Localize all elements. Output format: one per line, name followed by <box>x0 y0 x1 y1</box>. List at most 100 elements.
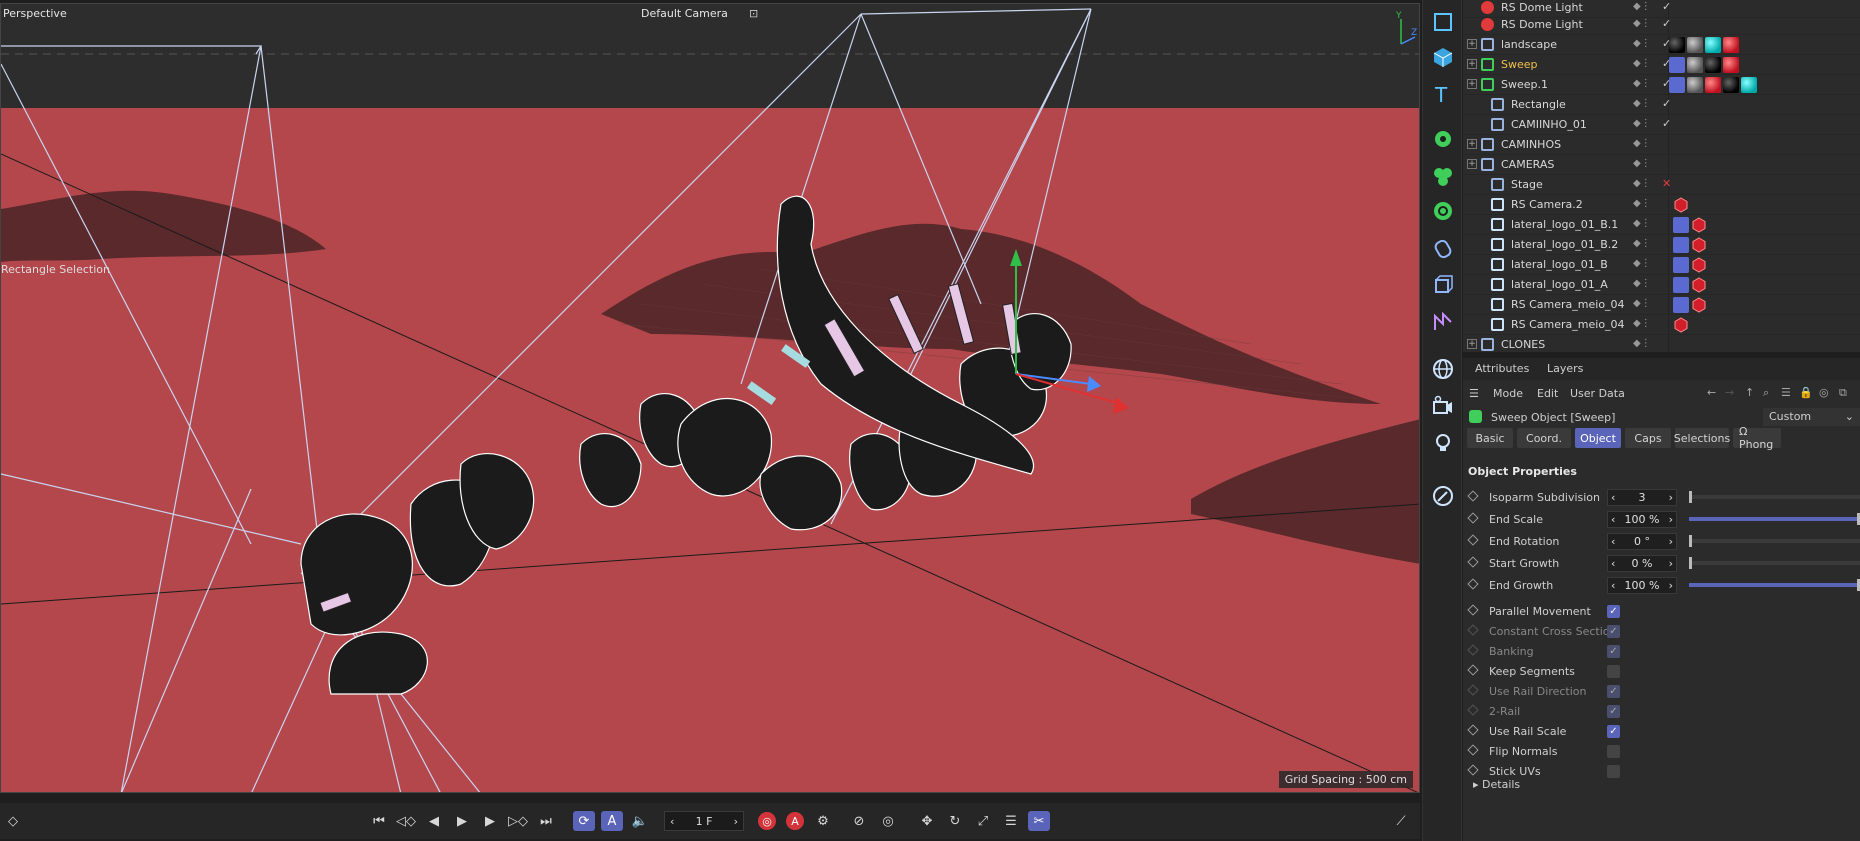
deformer-icon[interactable] <box>1429 235 1457 263</box>
enabled-check-icon[interactable]: ✓ <box>1662 97 1671 110</box>
sound-icon[interactable]: 🔈 <box>629 811 651 831</box>
param-key-icon[interactable]: ☰ <box>1000 811 1022 831</box>
rs-camera-tag-icon[interactable] <box>1691 257 1707 273</box>
value-slider[interactable] <box>1689 535 1860 547</box>
expand-toggle-icon[interactable]: + <box>1467 339 1477 349</box>
keyframe-diamond-icon[interactable] <box>1467 744 1479 756</box>
object-name[interactable]: RS Camera_meio_04 <box>1511 298 1625 311</box>
object-name[interactable]: Rectangle <box>1511 98 1566 111</box>
keyframe-diamond-icon[interactable] <box>1467 578 1479 590</box>
object-row[interactable]: RS Camera_meio_04 ◆⋮ <box>1463 295 1860 315</box>
object-name[interactable]: CAMERAS <box>1501 158 1554 171</box>
disabled-x-icon[interactable]: ✕ <box>1662 177 1671 190</box>
tab-attributes[interactable]: Attributes <box>1475 362 1529 375</box>
visibility-dots-icon[interactable]: ◆⋮ <box>1633 178 1661 192</box>
object-row[interactable]: + Sweep ◆⋮ ✓ <box>1463 55 1860 75</box>
material-tag-icon[interactable] <box>1741 77 1757 93</box>
subtab-basic[interactable]: Basic <box>1467 428 1513 448</box>
subtab-object[interactable]: Object <box>1575 428 1621 448</box>
camera-lock-icon[interactable]: ⊡ <box>749 7 758 20</box>
visibility-dots-icon[interactable]: ◆⋮ <box>1633 218 1661 232</box>
point-level-icon[interactable]: ✂ <box>1028 811 1050 831</box>
number-field[interactable]: ‹ 100 % › <box>1607 577 1677 594</box>
key-filter-icon[interactable]: ◎ <box>877 811 899 831</box>
property-checkbox[interactable] <box>1607 745 1620 758</box>
new-window-icon[interactable]: ⧉ <box>1839 386 1847 400</box>
value-slider[interactable] <box>1689 557 1860 569</box>
object-name[interactable]: lateral_logo_01_B <box>1511 258 1608 271</box>
tag-icon[interactable] <box>1673 257 1689 273</box>
visibility-dots-icon[interactable]: ◆⋮ <box>1633 198 1661 212</box>
property-checkbox[interactable]: ✓ <box>1607 725 1620 738</box>
object-row[interactable]: RS Camera.2 ◆⋮ <box>1463 195 1860 215</box>
object-row[interactable]: + Sweep.1 ◆⋮ ✓ <box>1463 75 1860 95</box>
viewport-canvas[interactable]: Y Z <box>1 4 1420 793</box>
keyframe-diamond-icon[interactable] <box>1467 664 1479 676</box>
3d-viewport[interactable]: Y Z Perspective Default Camera ⊡ Rectang… <box>0 3 1420 793</box>
enabled-check-icon[interactable]: ✓ <box>1662 17 1671 30</box>
current-frame-field[interactable]: ‹ 1 F › <box>664 811 744 831</box>
expand-toggle-icon[interactable]: + <box>1467 39 1477 49</box>
go-to-start-icon[interactable]: ⏮ <box>368 811 390 831</box>
tag-icon[interactable] <box>1669 77 1685 93</box>
rotate-key-icon[interactable]: ↻ <box>944 811 966 831</box>
object-row[interactable]: Stage ◆⋮ ✕ <box>1463 175 1860 195</box>
rs-camera-tag-icon[interactable] <box>1691 237 1707 253</box>
rs-camera-tag-icon[interactable] <box>1691 297 1707 313</box>
material-tag-icon[interactable] <box>1705 77 1721 93</box>
object-row[interactable]: lateral_logo_01_B.2 ◆⋮ <box>1463 235 1860 255</box>
object-name[interactable]: lateral_logo_01_B.2 <box>1511 238 1618 251</box>
rs-camera-tag-icon[interactable] <box>1673 197 1689 213</box>
spline-pen-icon[interactable] <box>1429 308 1457 336</box>
autokey-record-icon[interactable]: A <box>786 812 804 830</box>
object-row[interactable]: lateral_logo_01_B.1 ◆⋮ <box>1463 215 1860 235</box>
scale-key-icon[interactable]: ⤢ <box>972 811 994 831</box>
number-field[interactable]: ‹ 100 % › <box>1607 511 1677 528</box>
visibility-dots-icon[interactable]: ◆⋮ <box>1633 278 1661 292</box>
material-tag-icon[interactable] <box>1705 57 1721 73</box>
tag-icon[interactable] <box>1669 57 1685 73</box>
menu-user-data[interactable]: User Data <box>1570 387 1625 400</box>
visibility-dots-icon[interactable]: ◆⋮ <box>1633 98 1661 112</box>
value-slider[interactable] <box>1689 513 1860 525</box>
prev-key-icon[interactable]: ◁◇ <box>395 811 417 831</box>
expand-toggle-icon[interactable]: + <box>1467 139 1477 149</box>
value-slider[interactable] <box>1689 579 1860 591</box>
text-icon[interactable]: T <box>1429 80 1457 108</box>
enabled-check-icon[interactable]: ✓ <box>1662 0 1671 13</box>
property-checkbox[interactable] <box>1607 765 1620 778</box>
back-arrow-icon[interactable]: ← <box>1707 386 1716 399</box>
cube-icon[interactable] <box>1429 43 1457 71</box>
object-row[interactable]: Rectangle ◆⋮ ✓ <box>1463 95 1860 115</box>
effector-icon[interactable] <box>1429 197 1457 225</box>
rs-camera-tag-icon[interactable] <box>1691 217 1707 233</box>
tab-layers[interactable]: Layers <box>1547 362 1583 375</box>
slider-knob[interactable] <box>1689 557 1692 569</box>
tag-icon[interactable] <box>1673 217 1689 233</box>
increment-arrow-icon[interactable]: › <box>1669 557 1673 570</box>
object-name[interactable]: RS Camera_meio_04 <box>1511 318 1625 331</box>
decrement-arrow-icon[interactable]: ‹ <box>1611 491 1615 504</box>
object-name[interactable]: lateral_logo_01_B.1 <box>1511 218 1618 231</box>
lock-icon[interactable]: 🔒 <box>1799 386 1813 399</box>
key-lock-icon[interactable]: ⊘ <box>848 811 870 831</box>
slider-knob[interactable] <box>1689 491 1692 503</box>
material-tag-icon[interactable] <box>1723 77 1739 93</box>
visibility-dots-icon[interactable]: ◆⋮ <box>1633 18 1661 32</box>
decrement-arrow-icon[interactable]: ‹ <box>1611 513 1615 526</box>
material-tag-icon[interactable] <box>1723 57 1739 73</box>
go-to-end-icon[interactable]: ⏭ <box>535 811 557 831</box>
details-disclosure[interactable]: ▸ Details <box>1473 778 1520 791</box>
viewport-mode-label[interactable]: Perspective <box>3 7 67 20</box>
menu-mode[interactable]: Mode <box>1493 387 1523 400</box>
play-icon[interactable]: ▶ <box>451 811 473 831</box>
decrement-arrow-icon[interactable]: ‹ <box>1611 579 1615 592</box>
property-checkbox[interactable]: ✓ <box>1607 605 1620 618</box>
visibility-dots-icon[interactable]: ◆⋮ <box>1633 78 1661 92</box>
slider-knob[interactable] <box>1689 535 1692 547</box>
enabled-check-icon[interactable]: ✓ <box>1662 117 1671 130</box>
decrement-arrow-icon[interactable]: ‹ <box>1611 557 1615 570</box>
visibility-dots-icon[interactable]: ◆⋮ <box>1633 258 1661 272</box>
up-arrow-icon[interactable]: ↑ <box>1745 386 1754 399</box>
decrement-arrow-icon[interactable]: ‹ <box>1611 535 1615 548</box>
